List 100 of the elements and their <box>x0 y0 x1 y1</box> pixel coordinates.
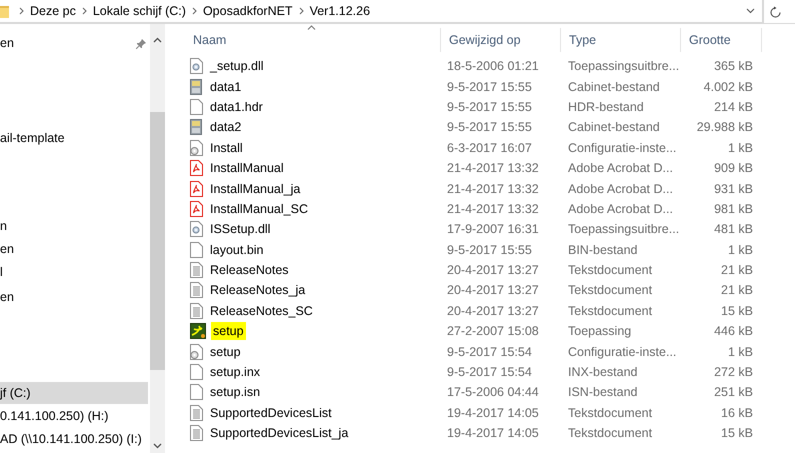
modified-header[interactable]: Gewijzigd op <box>441 28 561 52</box>
file-size: 214 kB <box>713 100 754 114</box>
file-name[interactable]: setup.isn <box>208 383 262 402</box>
file-size: 21 kB <box>720 263 754 278</box>
size-header[interactable]: Grootte <box>681 28 762 52</box>
modified-date: 9-5-2017 15:55 <box>446 120 533 134</box>
file-name[interactable]: ReleaseNotes_SC <box>208 302 315 320</box>
file-type: Tekstdocument <box>567 426 654 440</box>
chevron-icon <box>19 7 24 15</box>
breadcrumb[interactable]: Lokale schijf (C:) <box>86 4 192 18</box>
sort-ascending-icon <box>307 25 316 30</box>
nav-item[interactable]: en <box>0 32 148 54</box>
file-size: 1 kB <box>726 140 754 155</box>
file-type: Adobe Acrobat D... <box>567 202 674 216</box>
modified-date: 6-3-2017 16:07 <box>446 140 533 155</box>
scroll-down-icon[interactable] <box>153 443 162 449</box>
modified-date: 19-4-2017 14:05 <box>446 426 540 440</box>
file-icon <box>190 364 203 380</box>
nav-item[interactable]: n <box>0 215 148 237</box>
file-type: Cabinet-bestand <box>567 120 661 134</box>
pin-icon[interactable] <box>136 39 146 49</box>
file-name[interactable]: _setup.dll <box>208 57 266 76</box>
file-name[interactable]: setup <box>208 342 243 361</box>
file-name[interactable]: layout.bin <box>208 240 266 259</box>
file-size: 29.988 kB <box>696 120 754 134</box>
file-type: Tekstdocument <box>567 406 654 420</box>
file-name[interactable]: data1 <box>208 78 244 96</box>
dropdown-icon[interactable] <box>746 8 755 14</box>
file-size: 481 kB <box>713 222 754 236</box>
nav-item[interactable]: ail-template <box>0 127 148 149</box>
file-name[interactable]: ReleaseNotes_ja <box>208 281 308 300</box>
modified-date: 20-4-2017 13:27 <box>446 304 540 318</box>
file-name[interactable]: setup <box>211 322 246 340</box>
file-name[interactable]: Install <box>208 138 245 157</box>
text-file-icon <box>190 282 203 298</box>
modified-date: 21-4-2017 13:32 <box>446 161 540 176</box>
file-type: Toepassingsuitbre... <box>567 222 680 236</box>
file-size: 251 kB <box>713 385 754 400</box>
cabinet-icon <box>190 119 203 136</box>
chevron-icon <box>298 7 304 15</box>
nav-item[interactable]: jf (C:) <box>0 382 148 404</box>
file-type: ISN-bestand <box>567 385 638 400</box>
modified-date: 9-5-2017 15:54 <box>446 365 533 380</box>
name-header[interactable]: Naam <box>185 28 441 52</box>
file-size: 4.002 kB <box>702 80 754 94</box>
file-icon <box>190 242 203 258</box>
file-type: Configuratie-inste... <box>567 140 678 155</box>
modified-date: 9-5-2017 15:54 <box>446 344 533 359</box>
file-name[interactable]: SupportedDevicesList <box>208 404 334 422</box>
pdf-file-icon <box>190 200 203 217</box>
modified-date: 17-5-2006 04:44 <box>446 385 540 400</box>
file-name[interactable]: data2 <box>208 118 244 136</box>
cabinet-icon <box>190 78 203 95</box>
nav-item[interactable]: AD (\\10.141.100.250) (I:) <box>0 428 148 450</box>
file-size: 1 kB <box>726 242 754 257</box>
nav-item[interactable]: l <box>0 261 148 283</box>
nav-item[interactable]: 0.141.100.250) (H:) <box>0 405 148 427</box>
file-name[interactable]: setup.inx <box>208 363 262 382</box>
breadcrumb[interactable]: OposadkforNET <box>196 4 299 18</box>
file-name[interactable]: InstallManual <box>208 159 286 178</box>
file-name[interactable]: InstallManual_ja <box>208 180 302 198</box>
modified-date: 21-4-2017 13:32 <box>446 182 540 196</box>
file-size: 981 kB <box>713 202 754 216</box>
folder-icon <box>0 4 9 18</box>
refresh-icon[interactable] <box>770 6 780 18</box>
file-type: Toepassing <box>567 324 632 338</box>
file-size: 272 kB <box>713 365 754 380</box>
modified-date: 18-5-2006 01:21 <box>446 59 540 74</box>
modified-date: 9-5-2017 15:55 <box>446 100 533 114</box>
file-name[interactable]: InstallManual_SC <box>208 200 310 218</box>
modified-date: 21-4-2017 13:32 <box>446 202 540 216</box>
modified-date: 9-5-2017 15:55 <box>446 242 533 257</box>
file-name[interactable]: ISSetup.dll <box>208 220 272 238</box>
scrollbar[interactable] <box>150 24 165 453</box>
file-type: Toepassingsuitbre... <box>567 59 680 74</box>
breadcrumb[interactable]: Deze pc <box>24 4 82 18</box>
file-type: HDR-bestand <box>567 100 645 114</box>
file-type: Tekstdocument <box>567 263 654 278</box>
file-name[interactable]: ReleaseNotes <box>208 261 291 280</box>
nav-item[interactable]: en <box>0 286 148 308</box>
file-size: 446 kB <box>713 324 754 338</box>
file-type: Tekstdocument <box>567 304 654 318</box>
type-header[interactable]: Type <box>561 28 681 52</box>
nav-item[interactable]: en <box>0 238 148 260</box>
text-file-icon <box>190 262 203 278</box>
text-file-icon <box>190 302 203 319</box>
pdf-file-icon <box>190 180 203 197</box>
breadcrumb[interactable]: Ver1.12.26 <box>304 4 376 18</box>
file-type: Cabinet-bestand <box>567 80 661 94</box>
text-file-icon <box>190 404 203 421</box>
file-type: INX-bestand <box>567 365 638 380</box>
file-type: Configuratie-inste... <box>567 344 678 359</box>
file-size: 15 kB <box>720 426 754 440</box>
file-name[interactable]: SupportedDevicesList_ja <box>208 424 350 442</box>
chevron-icon <box>82 7 87 15</box>
file-icon <box>190 384 203 400</box>
modified-date: 27-2-2007 15:08 <box>446 324 540 338</box>
file-name[interactable]: data1.hdr <box>208 98 265 116</box>
scroll-up-icon[interactable] <box>153 37 162 43</box>
scrollbar-thumb[interactable] <box>150 112 165 370</box>
